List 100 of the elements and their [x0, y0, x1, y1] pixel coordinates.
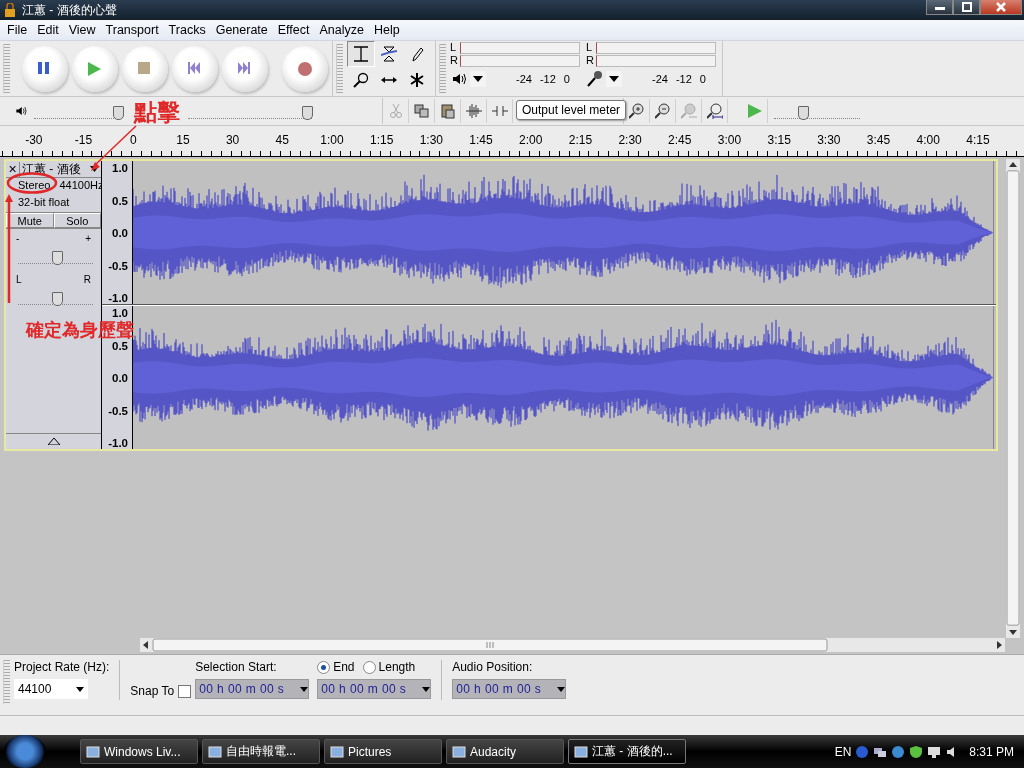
record-button[interactable] [282, 45, 328, 92]
pan-right-label: R [83, 274, 91, 284]
project-rate-dropdown[interactable]: 44100 [14, 679, 88, 699]
copy-icon [413, 103, 430, 119]
silence-icon [491, 103, 508, 119]
toolbar-grip[interactable] [3, 660, 10, 704]
menu-item[interactable]: Tracks [163, 23, 211, 37]
vertical-scrollbar[interactable] [1006, 159, 1020, 638]
start-button[interactable] [4, 735, 46, 768]
timeline-label: 45 [274, 133, 290, 147]
zoom-out-icon [654, 103, 671, 119]
taskbar-button[interactable]: Windows Liv... [80, 739, 198, 764]
pencil-icon [409, 46, 425, 62]
play-button[interactable] [72, 45, 118, 92]
i-beam-icon [353, 46, 369, 62]
meter-tick-label: 0 [699, 73, 706, 85]
project-rate-label: Project Rate (Hz): [14, 660, 110, 674]
audio-position-field[interactable]: 00 h 00 m 00 s [452, 679, 567, 699]
mute-button[interactable]: Mute [6, 213, 54, 228]
caret-icon [557, 686, 566, 692]
timeline-label: 2:00 [518, 133, 544, 147]
taskbar-button[interactable]: Pictures [324, 739, 442, 764]
timeline-label: 30 [224, 133, 241, 147]
meter-tick-label: 0 [563, 73, 570, 85]
taskbar-button[interactable]: 江蕙 - 酒後的... [568, 739, 686, 764]
annotation-ellipse [6, 172, 58, 194]
timeline-label: 15 [175, 133, 191, 147]
magnifier-icon [353, 72, 369, 88]
meter-menu-button[interactable] [470, 71, 486, 87]
annotation-text: 點擊 [134, 98, 180, 127]
timeline-label: 4:15 [965, 133, 991, 147]
fit-selection-icon [680, 103, 697, 119]
globe-icon[interactable] [891, 744, 906, 759]
stop-icon [138, 61, 152, 76]
language-indicator[interactable]: EN [834, 744, 852, 759]
timeline-label: 1:45 [468, 133, 494, 147]
caret-icon [76, 686, 84, 692]
timeline-label: 1:15 [368, 133, 395, 147]
menu-item[interactable]: Generate [210, 23, 273, 37]
pan-slider[interactable] [18, 290, 93, 305]
taskbar-button[interactable]: Audacity [446, 739, 564, 764]
track-close-button[interactable]: × [6, 161, 20, 177]
menu-item[interactable]: Analyze [314, 23, 369, 37]
meter-tick-label: -12 [539, 73, 556, 85]
slider-thumb[interactable] [51, 292, 63, 306]
minimize-icon [934, 4, 945, 10]
skip-end-button[interactable] [222, 45, 268, 92]
close-button[interactable] [980, 0, 1022, 15]
skip-start-button[interactable] [172, 45, 218, 92]
snap-to-label: Snap To [130, 684, 175, 698]
maximize-icon [961, 2, 972, 12]
slider-thumb[interactable] [51, 251, 63, 265]
menu-item[interactable]: Edit [32, 23, 64, 37]
speaker-icon [14, 104, 28, 118]
pause-button[interactable] [22, 45, 68, 92]
selection-end-field[interactable]: 00 h 00 m 00 s [317, 679, 432, 699]
selection-start-label: Selection Start: [195, 660, 278, 674]
menu-item[interactable]: Effect [272, 23, 315, 37]
maximize-button[interactable] [953, 0, 980, 15]
toolbar-grip[interactable] [336, 44, 343, 93]
taskbar-button[interactable]: 自由時報電... [202, 739, 320, 764]
record-volume-slider[interactable] [188, 103, 312, 119]
snap-to-checkbox[interactable] [178, 684, 192, 698]
scale-label: 0.0 [112, 227, 128, 239]
menu-item[interactable]: File [2, 23, 33, 37]
monitor-icon[interactable] [927, 744, 942, 759]
horizontal-scrollbar[interactable] [140, 638, 1005, 652]
window-icon [330, 744, 344, 759]
gain-plus-label: + [85, 233, 91, 243]
window-icon [208, 744, 222, 759]
timeline-label: -30 [24, 133, 44, 147]
meter-tick-label: -12 [675, 73, 692, 85]
timeline-label: 1:30 [418, 133, 444, 147]
speed-slider[interactable] [774, 103, 860, 119]
fit-project-icon [706, 103, 723, 119]
select-tool-button[interactable] [347, 41, 375, 67]
pan-left-label: L [16, 274, 22, 284]
selection-start-field[interactable]: 00 h 00 m 00 s [195, 679, 310, 699]
solo-button[interactable]: Solo [53, 213, 101, 228]
toolbar-grip[interactable] [3, 44, 10, 93]
menu-item[interactable]: Help [369, 23, 405, 37]
slider-thumb[interactable] [301, 105, 313, 120]
skip-start-icon [188, 61, 202, 76]
timeline-label: 3:00 [716, 133, 743, 147]
toolbar-grip[interactable] [439, 44, 446, 93]
menu-item[interactable]: Transport [100, 23, 164, 37]
menu-item[interactable]: View [63, 23, 101, 37]
scale-label: -0.5 [108, 259, 128, 272]
timeline-label: 2:15 [567, 133, 594, 147]
meter-menu-button[interactable] [606, 71, 622, 87]
scale-label: -1.0 [108, 437, 128, 449]
slider-thumb[interactable] [113, 105, 125, 120]
timeline-label: -15 [73, 133, 94, 147]
slider-thumb[interactable] [797, 105, 809, 120]
minimize-button[interactable] [926, 0, 953, 15]
radio-button[interactable]: Length [362, 660, 416, 674]
radio-button[interactable]: End [317, 660, 355, 674]
gain-slider[interactable] [18, 249, 93, 264]
zoom-in-icon [628, 103, 645, 119]
shield-icon[interactable] [909, 744, 924, 759]
